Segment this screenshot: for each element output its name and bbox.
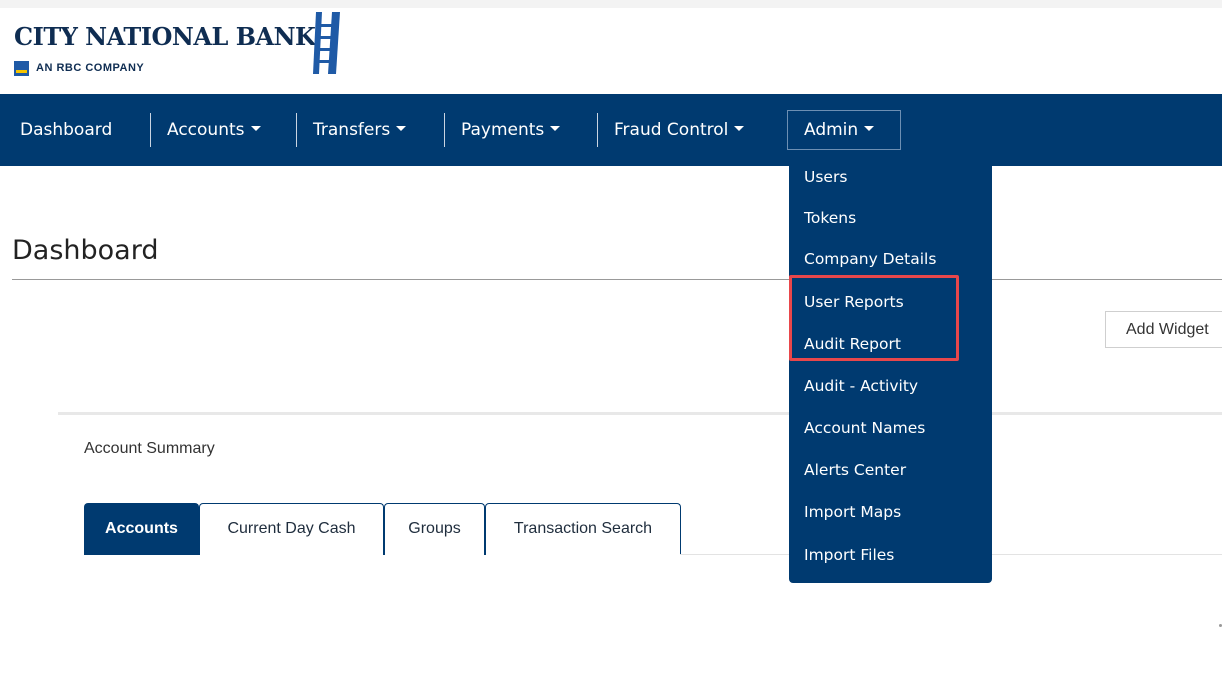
menu-item-import-maps[interactable]: Import Maps bbox=[804, 503, 901, 521]
admin-dropdown-menu: Users Tokens Company Details User Report… bbox=[789, 158, 992, 583]
caret-down-icon bbox=[396, 125, 407, 131]
menu-item-company-details[interactable]: Company Details bbox=[804, 250, 936, 268]
title-divider bbox=[12, 279, 1222, 280]
tab-accounts[interactable]: Accounts bbox=[84, 503, 199, 555]
nav-fraud-control-label: Fraud Control bbox=[614, 120, 729, 140]
nav-payments-label: Payments bbox=[461, 120, 545, 140]
nav-dashboard-label: Dashboard bbox=[20, 120, 113, 140]
tab-current-day-cash[interactable]: Current Day Cash bbox=[199, 503, 384, 555]
ladder-logo-icon bbox=[313, 12, 340, 74]
nav-accounts-label: Accounts bbox=[167, 120, 245, 140]
highlight-box bbox=[789, 275, 959, 361]
caret-down-icon bbox=[864, 125, 875, 131]
nav-admin[interactable]: Admin bbox=[804, 112, 875, 148]
nav-divider bbox=[597, 113, 598, 147]
caret-down-icon bbox=[250, 125, 261, 131]
nav-payments[interactable]: Payments bbox=[461, 112, 561, 148]
nav-fraud-control[interactable]: Fraud Control bbox=[614, 112, 745, 148]
menu-item-import-files[interactable]: Import Files bbox=[804, 546, 894, 564]
rbc-shield-icon bbox=[14, 61, 29, 76]
tab-groups[interactable]: Groups bbox=[384, 503, 485, 555]
widget-title: Account Summary bbox=[84, 440, 215, 457]
nav-divider bbox=[150, 113, 151, 147]
nav-admin-label: Admin bbox=[804, 120, 859, 140]
page-title: Dashboard bbox=[12, 235, 159, 266]
nav-accounts[interactable]: Accounts bbox=[167, 112, 261, 148]
logo-wordmark: CITY NATIONAL BANK bbox=[14, 22, 316, 51]
nav-transfers-label: Transfers bbox=[313, 120, 391, 140]
logo-subtitle: AN RBC COMPANY bbox=[36, 62, 145, 74]
menu-item-tokens[interactable]: Tokens bbox=[804, 209, 856, 227]
menu-item-audit-activity[interactable]: Audit - Activity bbox=[804, 377, 918, 395]
page: CITY NATIONAL BANK AN RBC COMPANY Dashbo… bbox=[0, 8, 1222, 690]
nav-dashboard[interactable]: Dashboard bbox=[20, 112, 112, 148]
widget-top-border bbox=[58, 412, 1222, 415]
caret-down-icon bbox=[550, 125, 561, 131]
menu-item-users[interactable]: Users bbox=[804, 168, 847, 186]
caret-down-icon bbox=[734, 125, 745, 131]
nav-divider bbox=[296, 113, 297, 147]
main-nav: Dashboard Accounts Transfers Payments Fr… bbox=[0, 94, 1222, 166]
menu-item-alerts-center[interactable]: Alerts Center bbox=[804, 461, 906, 479]
bank-logo[interactable]: CITY NATIONAL BANK AN RBC COMPANY bbox=[14, 8, 354, 93]
nav-transfers[interactable]: Transfers bbox=[313, 112, 407, 148]
add-widget-button[interactable]: Add Widget bbox=[1105, 311, 1222, 348]
menu-item-account-names[interactable]: Account Names bbox=[804, 419, 925, 437]
nav-divider bbox=[444, 113, 445, 147]
tab-transaction-search[interactable]: Transaction Search bbox=[485, 503, 681, 555]
